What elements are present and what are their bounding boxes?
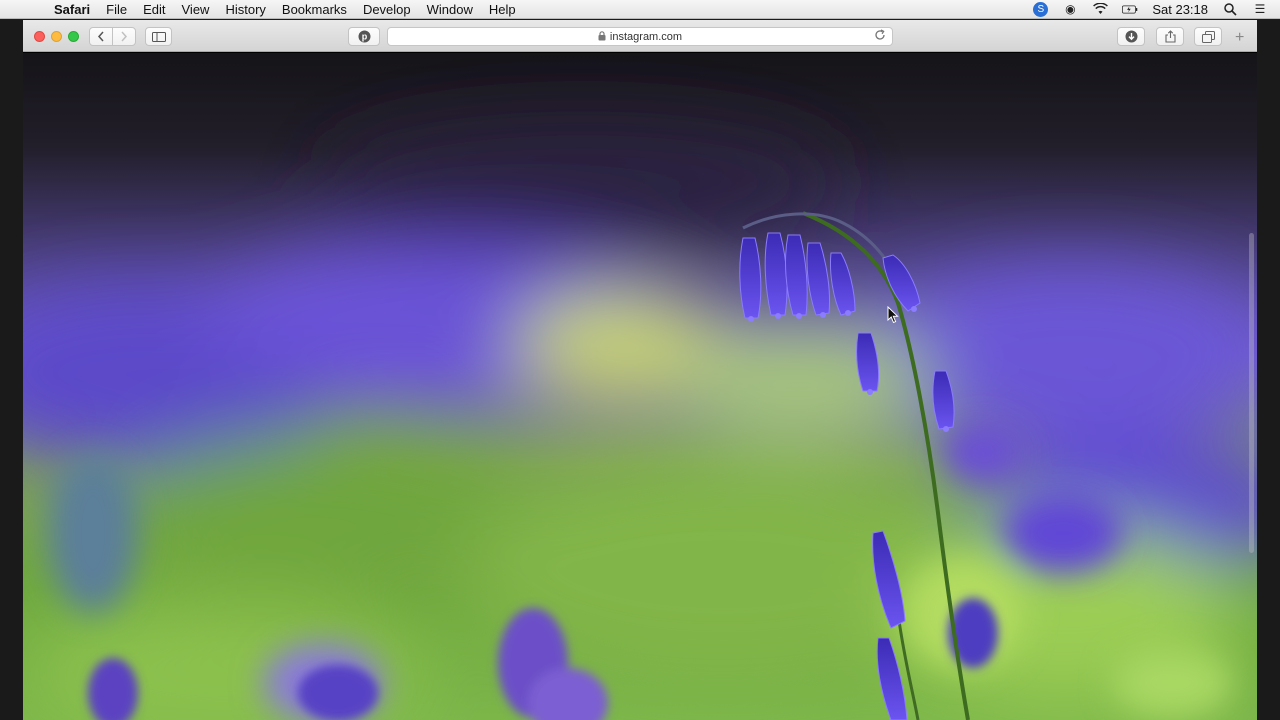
menu-bookmarks[interactable]: Bookmarks (274, 0, 355, 19)
window-minimize-button[interactable] (51, 31, 62, 42)
forward-button[interactable] (112, 27, 136, 46)
tabs-overview-icon (1201, 30, 1215, 43)
download-icon (1125, 30, 1137, 43)
page-scrollbar[interactable] (1249, 233, 1254, 553)
menu-history[interactable]: History (217, 0, 273, 19)
notification-center-icon[interactable]: ☰ (1252, 1, 1268, 17)
menu-app-name[interactable]: Safari (46, 0, 98, 19)
address-url: instagram.com (609, 30, 683, 43)
downloads-button[interactable] (1117, 27, 1145, 46)
reload-icon[interactable] (874, 29, 886, 44)
window-zoom-button[interactable] (68, 31, 79, 42)
pinterest-icon: p (358, 30, 370, 43)
sidebar-toggle-button[interactable] (145, 27, 172, 46)
sidebar-icon (151, 31, 166, 42)
menu-bar: Safari File Edit View History Bookmarks … (0, 0, 1280, 19)
safari-window: p instagram.com + (23, 20, 1257, 720)
address-bar[interactable]: instagram.com (387, 27, 893, 46)
lock-icon (598, 30, 606, 43)
record-icon[interactable]: ◉ (1062, 1, 1078, 17)
chevron-left-icon (97, 31, 104, 42)
mouse-cursor-icon (887, 306, 899, 324)
skype-icon[interactable]: S (1033, 1, 1049, 17)
web-content (23, 53, 1257, 720)
menu-help[interactable]: Help (481, 0, 524, 19)
share-button[interactable] (1156, 27, 1184, 46)
svg-text:p: p (361, 32, 367, 42)
chevron-right-icon (121, 31, 128, 42)
status-area: S ◉ Sat 23:18 ☰ (1033, 1, 1280, 17)
menu-edit[interactable]: Edit (135, 0, 173, 19)
window-close-button[interactable] (34, 31, 45, 42)
menu-file[interactable]: File (98, 0, 135, 19)
menu-window[interactable]: Window (419, 0, 481, 19)
bluebell-photo (23, 53, 1257, 720)
menu-view[interactable]: View (174, 0, 218, 19)
pinterest-extension-button[interactable]: p (348, 27, 380, 46)
wifi-icon[interactable] (1092, 1, 1108, 17)
show-tabs-button[interactable] (1194, 27, 1222, 46)
new-tab-button[interactable]: + (1235, 29, 1244, 47)
menu-develop[interactable]: Develop (355, 0, 419, 19)
spotlight-icon[interactable] (1222, 1, 1238, 17)
back-button[interactable] (89, 27, 113, 46)
share-icon (1164, 30, 1176, 43)
battery-icon[interactable] (1122, 1, 1138, 17)
browser-toolbar: p instagram.com + (23, 20, 1257, 52)
menubar-clock[interactable]: Sat 23:18 (1152, 2, 1208, 17)
